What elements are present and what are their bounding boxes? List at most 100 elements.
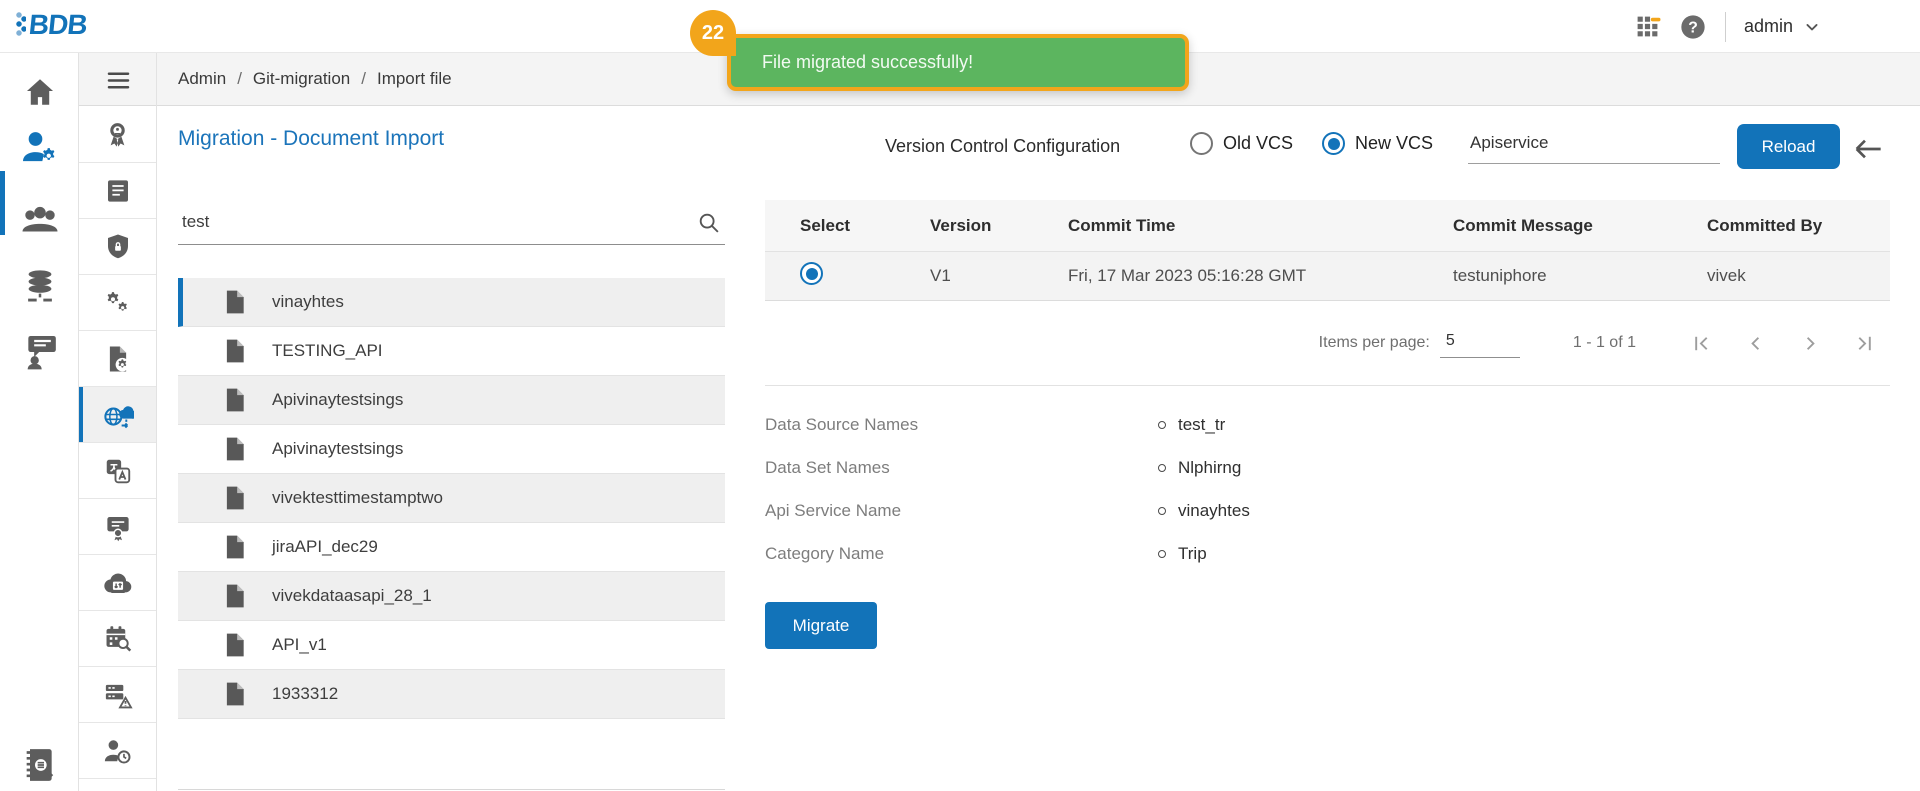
top-right-controls: admin [1634, 0, 1822, 53]
file-row[interactable]: Apivinaytestsings [178, 376, 725, 425]
sidebar-item-data-center[interactable] [0, 262, 79, 310]
radio-old-vcs-circle[interactable] [1190, 132, 1213, 155]
breadcrumb-git-migration[interactable]: Git-migration [253, 69, 350, 89]
logo-text: BDB [27, 9, 88, 41]
table-paginator: Items per page: 5 1 - 1 of 1 [765, 301, 1890, 386]
step-badge: 22 [690, 10, 736, 56]
sidebar-item-award[interactable] [79, 107, 156, 163]
file-row[interactable]: vinayhtes [178, 278, 725, 327]
sidebar-item-certificate[interactable] [79, 499, 156, 555]
col-commit-message: Commit Message [1418, 216, 1672, 236]
cell-committed-by: vivek [1672, 266, 1890, 286]
chevron-down-icon [1802, 17, 1822, 37]
detail-value: Trip [1178, 544, 1207, 564]
breadcrumb-import-file[interactable]: Import file [377, 69, 452, 89]
file-row[interactable]: jiraAPI_dec29 [178, 523, 725, 572]
service-name-input[interactable] [1468, 127, 1720, 164]
bullet-icon [1158, 507, 1166, 515]
billing-icon [103, 176, 133, 206]
file-row[interactable]: Apivinaytestsings [178, 425, 725, 474]
file-name: TESTING_API [272, 341, 383, 361]
app-root: ? BDB admin Admin / [0, 0, 1920, 791]
cell-commit-time: Fri, 17 Mar 2023 05:16:28 GMT [1033, 266, 1418, 286]
sidebar-item-git-migration[interactable] [79, 387, 156, 443]
file-icon [222, 534, 248, 560]
detail-value: Nlphirng [1178, 458, 1241, 478]
items-per-page-select[interactable]: 5 [1440, 328, 1520, 358]
radio-new-vcs-circle[interactable] [1322, 132, 1345, 155]
primary-sidebar [0, 53, 79, 791]
sidebar-item-security[interactable] [79, 219, 156, 275]
file-icon [222, 289, 248, 315]
search-input[interactable] [178, 204, 725, 245]
sidebar-item-settings[interactable] [79, 275, 156, 331]
detail-value: test_tr [1178, 415, 1225, 435]
detail-row: Data Set Names Nlphirng [765, 446, 1585, 489]
file-name: vivekdataasapi_28_1 [272, 586, 432, 606]
file-icon [222, 485, 248, 511]
page-range: 1 - 1 of 1 [1573, 334, 1636, 352]
sidebar-item-user-groups[interactable] [0, 196, 79, 244]
cell-commit-message: testuniphore [1418, 266, 1672, 286]
reload-button[interactable]: Reload [1737, 124, 1840, 169]
sidebar-item-audit-search[interactable] [0, 741, 79, 789]
breadcrumb-admin[interactable]: Admin [178, 69, 226, 89]
user-settings-icon [20, 127, 60, 167]
sidebar-item-user-settings[interactable] [0, 123, 79, 171]
detail-label: Category Name [765, 544, 1158, 564]
file-row[interactable]: API_v1 [178, 621, 725, 670]
file-name: jiraAPI_dec29 [272, 537, 378, 557]
data-center-icon [21, 267, 59, 305]
detail-label: Api Service Name [765, 501, 1158, 521]
hamburger-menu-icon[interactable] [92, 64, 144, 96]
file-row[interactable]: vivektesttimestamptwo [178, 474, 725, 523]
file-settings-icon [103, 344, 133, 374]
next-page-icon[interactable] [1799, 332, 1822, 355]
logo-dots-icon [16, 10, 26, 40]
user-clock-icon [102, 735, 133, 766]
file-row[interactable]: TESTING_API [178, 327, 725, 376]
detail-value: vinayhtes [1178, 501, 1250, 521]
secondary-sidebar [79, 53, 157, 791]
sidebar-item-schedule-search[interactable] [79, 611, 156, 667]
user-groups-icon [19, 199, 61, 241]
sidebar-item-cloud-sync[interactable] [79, 555, 156, 611]
row-select-radio[interactable] [800, 262, 823, 285]
migrate-button[interactable]: Migrate [765, 602, 877, 649]
user-menu[interactable]: admin [1744, 16, 1822, 37]
cell-version: V1 [895, 266, 1033, 286]
bdb-logo[interactable]: BDB [16, 9, 87, 41]
sidebar-item-server-alerts[interactable] [79, 667, 156, 723]
globe-cloud-migration-icon [101, 398, 134, 431]
sidebar-item-translate[interactable] [79, 443, 156, 499]
shield-lock-icon [103, 232, 133, 262]
file-row[interactable]: vivekdataasapi_28_1 [178, 572, 725, 621]
detail-row: Api Service Name vinayhtes [765, 489, 1585, 532]
user-name: admin [1744, 16, 1793, 37]
sidebar-item-file-settings[interactable] [79, 331, 156, 387]
header-divider [1725, 12, 1726, 42]
bullet-icon [1158, 421, 1166, 429]
search-icon[interactable] [696, 210, 721, 235]
file-icon [222, 632, 248, 658]
table-row[interactable]: V1 Fri, 17 Mar 2023 05:16:28 GMT testuni… [765, 251, 1890, 301]
radio-new-vcs[interactable]: New VCS [1322, 132, 1433, 155]
radio-old-vcs-label: Old VCS [1223, 133, 1293, 154]
back-arrow-icon[interactable] [1852, 133, 1884, 165]
calendar-search-icon [102, 623, 133, 654]
previous-page-icon[interactable] [1744, 332, 1767, 355]
last-page-icon[interactable] [1854, 332, 1877, 355]
sidebar-item-user-activity[interactable] [79, 723, 156, 779]
first-page-icon[interactable] [1689, 332, 1712, 355]
file-row[interactable]: 1933312 [178, 670, 725, 719]
help-icon[interactable] [1679, 13, 1707, 41]
sidebar-item-home[interactable] [0, 68, 79, 116]
apps-grid-icon[interactable] [1634, 13, 1661, 40]
sidebar-item-board[interactable] [0, 327, 79, 375]
certificate-icon [103, 512, 133, 542]
file-icon [222, 338, 248, 364]
file-name: API_v1 [272, 635, 327, 655]
sidebar-item-billing[interactable] [79, 163, 156, 219]
detail-label: Data Source Names [765, 415, 1158, 435]
radio-old-vcs[interactable]: Old VCS [1190, 132, 1293, 155]
